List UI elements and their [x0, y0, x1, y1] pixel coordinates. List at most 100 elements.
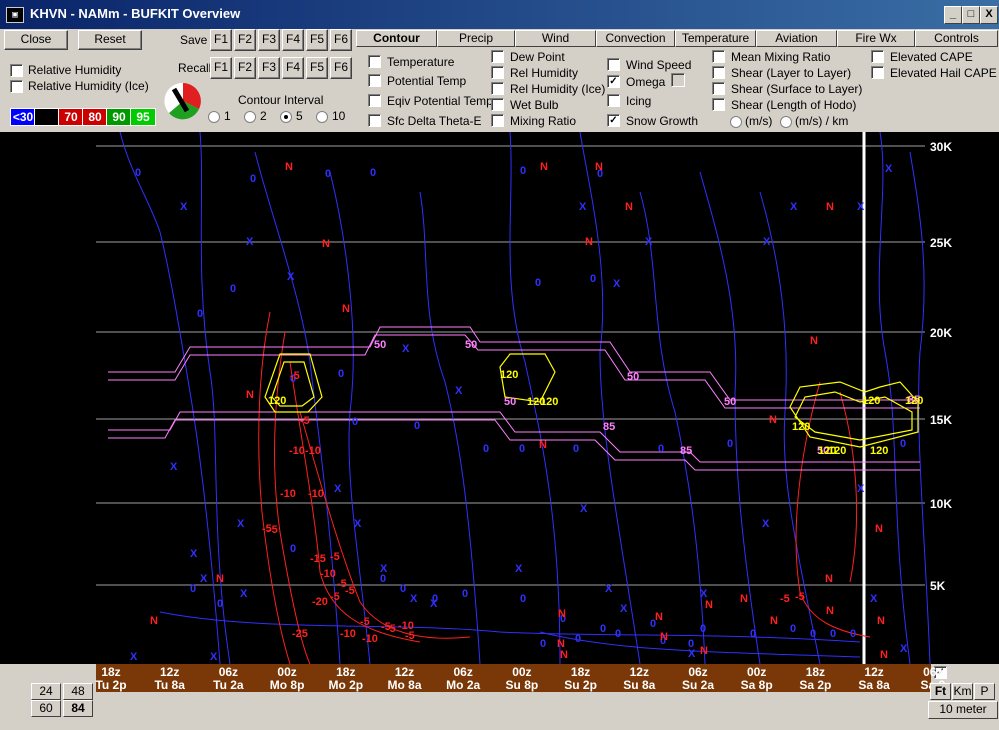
option-rel-humidity-ice-[interactable]: Rel Humidity (Ice) — [491, 82, 605, 96]
option-checkbox[interactable] — [712, 66, 725, 80]
tab-fire-wx[interactable]: Fire Wx — [837, 30, 915, 47]
wind-x-mark: X — [455, 385, 463, 397]
option-icing[interactable]: Icing — [607, 94, 651, 108]
option-checkbox[interactable] — [871, 66, 884, 80]
option-checkbox[interactable] — [607, 58, 620, 72]
option-label: Elevated Hail CAPE — [890, 66, 997, 80]
tab-precip[interactable]: Precip — [437, 30, 515, 47]
option-shear-surface-to-layer-[interactable]: Shear (Surface to Layer) — [712, 82, 862, 96]
option-checkbox[interactable] — [712, 82, 725, 96]
option-checkbox[interactable] — [368, 74, 381, 88]
recall-f1-button[interactable]: F1 — [210, 57, 232, 79]
save-f6-button[interactable]: F6 — [330, 29, 352, 51]
option-snow-growth[interactable]: ✓ Snow Growth — [607, 114, 698, 128]
option-shear-length-of-hodo-[interactable]: Shear (Length of Hodo) — [712, 98, 856, 112]
legend-swatch: 70 — [58, 108, 84, 126]
interval-5-radio[interactable] — [280, 111, 292, 123]
option-sfc-delta-theta-e[interactable]: Sfc Delta Theta-E — [368, 114, 482, 128]
option-dew-point[interactable]: Dew Point — [491, 50, 565, 64]
close-window-button[interactable]: X — [980, 6, 998, 24]
save-f3-button[interactable]: F3 — [258, 29, 280, 51]
time-height-plot[interactable]: 30K 25K 20K 15K 10K 5K 0 0 0 0 0 0 0 0 0 0 0 0 0 0 0 0 0 0 0 0 0 0 0… — [0, 132, 999, 664]
tab-controls[interactable]: Controls — [915, 30, 998, 47]
option-checkbox[interactable] — [491, 98, 504, 112]
tab-wind[interactable]: Wind — [515, 30, 596, 47]
wind-x-mark: X — [613, 278, 621, 290]
option-checkbox[interactable] — [491, 66, 504, 80]
option-rel-humidity[interactable]: Rel Humidity — [491, 66, 578, 80]
option-label: Temperature — [387, 55, 455, 69]
tab-aviation[interactable]: Aviation — [756, 30, 837, 47]
option-checkbox[interactable] — [712, 98, 725, 112]
time-label: 06z Mo 2a — [438, 666, 488, 692]
contour-interval-label: Contour Interval — [238, 93, 324, 107]
omega-value-label: -10 — [305, 445, 321, 457]
option-eqiv-potential-temp[interactable]: Eqiv Potential Temp — [368, 94, 493, 108]
legend-swatch: 95 — [130, 108, 156, 126]
units-km-button[interactable]: Km — [952, 683, 973, 700]
level-button[interactable]: 10 meter — [928, 701, 998, 719]
shear-unit-radio[interactable] — [730, 116, 742, 128]
option-elevated-hail-cape[interactable]: Elevated Hail CAPE — [871, 66, 997, 80]
omega-max-label: 120 — [268, 395, 286, 407]
option-elevated-cape[interactable]: Elevated CAPE — [871, 50, 973, 64]
option-checkbox[interactable] — [607, 94, 620, 108]
recall-f4-button[interactable]: F4 — [282, 57, 304, 79]
n-mark: N — [705, 599, 713, 611]
hours-60-button[interactable]: 60 — [31, 700, 61, 717]
recall-f6-button[interactable]: F6 — [330, 57, 352, 79]
option-omega[interactable]: ✓ Omega — [607, 75, 665, 89]
recall-f2-button[interactable]: F2 — [234, 57, 256, 79]
close-button[interactable]: Close — [4, 30, 68, 50]
save-f2-button[interactable]: F2 — [234, 29, 256, 51]
option-checkbox[interactable]: ✓ — [607, 75, 620, 89]
option-shear-layer-to-layer-[interactable]: Shear (Layer to Layer) — [712, 66, 851, 80]
relative-humidity-checkbox[interactable] — [10, 64, 23, 77]
recall-f3-button[interactable]: F3 — [258, 57, 280, 79]
save-f1-button[interactable]: F1 — [210, 29, 232, 51]
units-p-button[interactable]: P — [974, 683, 995, 700]
interval-2-radio[interactable] — [244, 111, 256, 123]
wind-x-mark: X — [763, 236, 771, 248]
option-checkbox[interactable] — [368, 55, 381, 69]
omega-max-label: 120 — [870, 445, 888, 457]
reset-button[interactable]: Reset — [78, 30, 142, 50]
option-checkbox[interactable]: ✓ — [607, 114, 620, 128]
option-wind-speed[interactable]: Wind Speed — [607, 58, 691, 72]
option-checkbox[interactable] — [491, 114, 504, 128]
omega-color-button[interactable] — [671, 73, 685, 87]
option-checkbox[interactable] — [871, 50, 884, 64]
shear-unit-radio[interactable] — [780, 116, 792, 128]
tab-convection[interactable]: Convection — [596, 30, 675, 47]
time-label: 12z Su 8a — [614, 666, 664, 692]
hours-48-button[interactable]: 48 — [63, 683, 93, 700]
n-mark: N — [285, 161, 293, 173]
option-checkbox[interactable] — [491, 82, 504, 96]
omega-zero-label: 0 — [230, 283, 236, 295]
time-label-local: Tu 2p — [95, 678, 127, 692]
save-f4-button[interactable]: F4 — [282, 29, 304, 51]
option-temperature[interactable]: Temperature — [368, 55, 454, 69]
recall-f5-button[interactable]: F5 — [306, 57, 328, 79]
units-ft-button[interactable]: Ft — [930, 683, 951, 700]
option-checkbox[interactable] — [368, 114, 381, 128]
option-checkbox[interactable] — [491, 50, 504, 64]
option-wet-bulb[interactable]: Wet Bulb — [491, 98, 558, 112]
option-checkbox[interactable] — [712, 50, 725, 64]
interval-10-radio[interactable] — [316, 111, 328, 123]
minimize-button[interactable]: _ — [944, 6, 962, 24]
hours-84-button[interactable]: 84 — [63, 700, 93, 717]
option-mixing-ratio[interactable]: Mixing Ratio — [491, 114, 576, 128]
option-mean-mixing-ratio[interactable]: Mean Mixing Ratio — [712, 50, 830, 64]
tab-contour[interactable]: Contour — [356, 30, 437, 47]
n-mark: N — [769, 414, 777, 426]
hours-24-button[interactable]: 24 — [31, 683, 61, 700]
option-potential-temp[interactable]: Potential Temp — [368, 74, 466, 88]
maximize-button[interactable]: □ — [962, 6, 980, 24]
save-f5-button[interactable]: F5 — [306, 29, 328, 51]
relative-humidity-ice-checkbox[interactable] — [10, 80, 23, 93]
tab-temperature[interactable]: Temperature — [675, 30, 756, 47]
n-mark: N — [877, 615, 885, 627]
option-checkbox[interactable] — [368, 94, 381, 108]
interval-1-radio[interactable] — [208, 111, 220, 123]
